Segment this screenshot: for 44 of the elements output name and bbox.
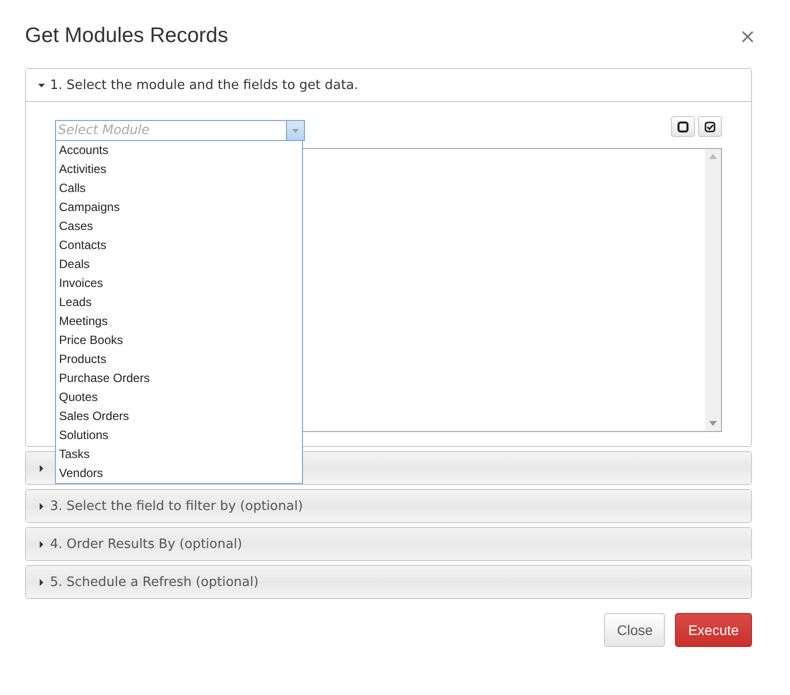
module-option[interactable]: Quotes <box>56 388 302 407</box>
scroll-up-icon[interactable] <box>709 154 717 159</box>
section-header[interactable]: 5. Schedule a Refresh (optional) <box>26 566 751 598</box>
close-icon[interactable]: × <box>739 24 756 48</box>
scroll-down-icon[interactable] <box>709 421 717 426</box>
section-header[interactable]: 1. Select the module and the fields to get data. <box>26 69 751 102</box>
caret-right-icon <box>38 540 45 548</box>
module-option[interactable]: Cases <box>56 217 302 236</box>
empty-square-icon <box>677 120 689 132</box>
caret-right-icon <box>38 464 45 472</box>
close-button[interactable]: Close <box>604 613 665 647</box>
module-option[interactable]: Deals <box>56 255 302 274</box>
module-option[interactable]: Meetings <box>56 312 302 331</box>
module-option[interactable]: Sales Orders <box>56 407 302 426</box>
section-title: 4. Order Results By (optional) <box>50 536 242 552</box>
dialog-title: Get Modules Records <box>25 24 228 48</box>
scrollbar[interactable] <box>705 149 721 431</box>
module-option[interactable]: Activities <box>56 160 302 179</box>
module-option[interactable]: Leads <box>56 293 302 312</box>
section-title: 5. Schedule a Refresh (optional) <box>50 574 259 590</box>
module-option[interactable]: Vendors <box>56 464 302 483</box>
module-option[interactable]: Contacts <box>56 236 302 255</box>
caret-down-icon <box>38 82 45 88</box>
section-title: 1. Select the module and the fields to get data. <box>50 78 358 92</box>
checkbox-tick-button[interactable] <box>698 116 722 137</box>
section-header[interactable]: 3. Select the field to filter by (optional) <box>26 490 751 522</box>
module-option[interactable]: Products <box>56 350 302 369</box>
module-option[interactable]: Campaigns <box>56 198 302 217</box>
module-option[interactable]: Invoices <box>56 274 302 293</box>
module-option[interactable]: Calls <box>56 179 302 198</box>
execute-button[interactable]: Execute <box>675 613 752 647</box>
module-select[interactable]: Select Module <box>55 120 305 141</box>
module-option[interactable]: Tasks <box>56 445 302 464</box>
empty-checkbox-button[interactable] <box>671 116 695 137</box>
caret-down-icon <box>292 128 299 132</box>
module-option[interactable]: Accounts <box>56 141 302 160</box>
caret-right-icon <box>38 502 45 510</box>
section-header[interactable]: 4. Order Results By (optional) <box>26 528 751 560</box>
checked-box-icon <box>704 120 716 132</box>
module-option[interactable]: Price Books <box>56 331 302 350</box>
section-title: 3. Select the field to filter by (optional) <box>50 498 303 514</box>
module-option[interactable]: Solutions <box>56 426 302 445</box>
caret-right-icon <box>38 578 45 586</box>
module-option[interactable]: Purchase Orders <box>56 369 302 388</box>
